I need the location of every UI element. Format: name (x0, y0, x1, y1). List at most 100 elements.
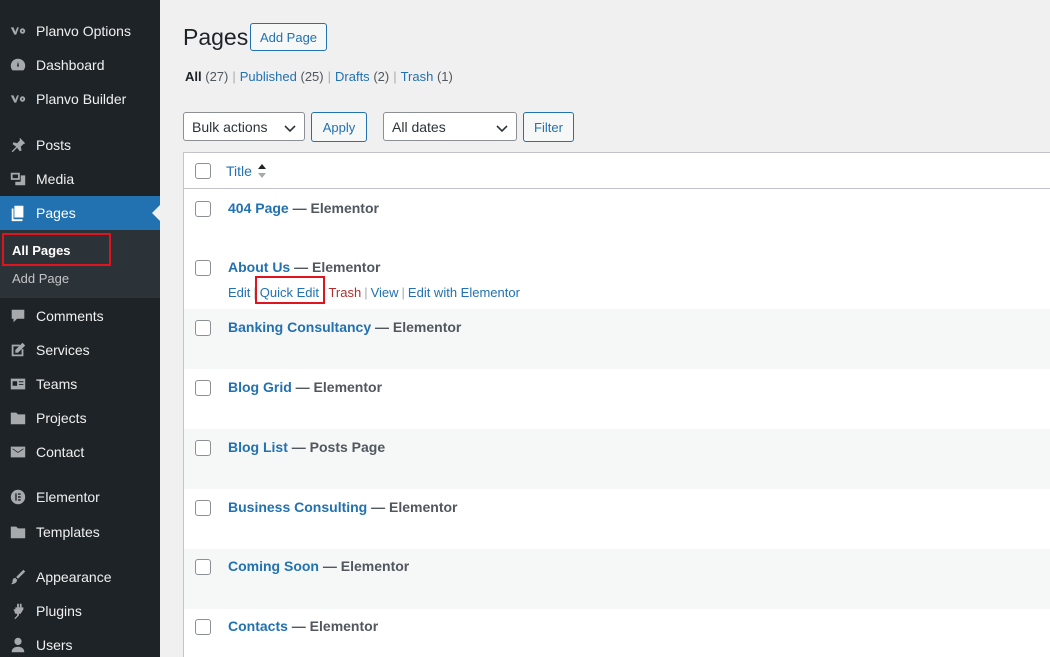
row-action-edit[interactable]: Edit (228, 285, 250, 300)
menu-pages[interactable]: Pages (0, 196, 160, 230)
sort-icon (257, 162, 267, 183)
planvo-icon (0, 22, 36, 40)
row-state: — Elementor (291, 618, 379, 634)
main-content: Pages Add Page All (27) | Published (25) | D… (160, 0, 1050, 657)
dashboard-icon (0, 56, 36, 74)
pages-icon (0, 204, 36, 222)
row-title-link[interactable]: Contacts (228, 618, 288, 634)
menu-planvo-builder[interactable]: Planvo Builder (0, 82, 160, 116)
row-action-view[interactable]: View (371, 285, 399, 300)
add-page-button[interactable]: Add Page (250, 23, 327, 51)
menu-label: Posts (36, 137, 72, 153)
menu-label: Comments (36, 308, 104, 324)
table-row: Banking Consultancy — Elementor (184, 309, 1050, 369)
row-checkbox[interactable] (195, 260, 211, 276)
filter-published[interactable]: Published (240, 69, 297, 84)
row-state: — Posts Page (291, 439, 386, 455)
row-state: — Elementor (292, 200, 379, 216)
planvo-icon (0, 90, 36, 108)
filter-trash[interactable]: Trash (401, 69, 434, 84)
row-checkbox[interactable] (195, 320, 211, 336)
comment-icon (0, 307, 36, 325)
row-title-link[interactable]: Business Consulting (228, 499, 367, 515)
menu-label: Appearance (36, 569, 112, 585)
menu-label: Templates (36, 524, 100, 540)
menu-label: Services (36, 342, 90, 358)
mail-icon (0, 443, 36, 461)
table-row: Blog List — Posts Page (184, 429, 1050, 489)
menu-appearance[interactable]: Appearance (0, 560, 160, 594)
table-row: Coming Soon — Elementor (184, 549, 1050, 609)
pages-table: Title 404 Page — Elementor About Us — El… (183, 152, 1050, 657)
menu-contact[interactable]: Contact (0, 435, 160, 469)
row-state: — Elementor (294, 259, 381, 275)
menu-label: Users (36, 637, 73, 653)
id-card-icon (0, 375, 36, 393)
submenu-add-page[interactable]: Add Page (12, 271, 69, 286)
chevron-down-icon (284, 121, 296, 133)
row-action-quick-edit[interactable]: Quick Edit (260, 285, 319, 300)
menu-plugins[interactable]: Plugins (0, 594, 160, 628)
menu-label: Plugins (36, 603, 82, 619)
pages-submenu: All Pages Add Page (0, 230, 160, 298)
row-action-trash[interactable]: Trash (328, 285, 361, 300)
submenu-all-pages[interactable]: All Pages (12, 243, 71, 258)
filter-published-count: (25) (300, 69, 324, 84)
row-state: — Elementor (375, 319, 462, 335)
row-checkbox[interactable] (195, 500, 211, 516)
filter-drafts-count: (2) (373, 69, 390, 84)
date-filter-select[interactable]: All dates (383, 112, 517, 141)
row-actions: Edit | Quick Edit | Trash | View | Edit with Ele… (228, 285, 520, 300)
menu-dashboard[interactable]: Dashboard (0, 48, 160, 82)
row-checkbox[interactable] (195, 380, 211, 396)
filter-all-count: (27) (205, 69, 229, 84)
table-row: Business Consulting — Elementor (184, 489, 1050, 549)
menu-elementor[interactable]: Elementor (0, 480, 160, 514)
table-row: About Us — Elementor Edit | Quick Edit | Tra… (184, 249, 1050, 309)
row-title-link[interactable]: Blog Grid (228, 379, 292, 395)
column-title[interactable]: Title (226, 163, 252, 179)
menu-label: Contact (36, 444, 85, 460)
filter-button[interactable]: Filter (523, 112, 574, 142)
table-row: Contacts — Elementor (184, 609, 1050, 657)
select-all-checkbox[interactable] (195, 163, 211, 179)
edit-icon (0, 341, 36, 359)
folder-icon (0, 523, 36, 541)
table-row: Blog Grid — Elementor (184, 369, 1050, 429)
row-title-link[interactable]: Blog List (228, 439, 288, 455)
filter-trash-count: (1) (436, 69, 453, 84)
menu-media[interactable]: Media (0, 162, 160, 196)
bulk-actions-value: Bulk actions (192, 118, 268, 135)
row-title-link[interactable]: About Us (228, 259, 290, 275)
row-checkbox[interactable] (195, 619, 211, 635)
menu-label: Media (36, 171, 75, 187)
apply-button[interactable]: Apply (311, 112, 367, 142)
menu-label: Pages (36, 205, 76, 221)
row-checkbox[interactable] (195, 201, 211, 217)
row-title-link[interactable]: 404 Page (228, 200, 289, 216)
bulk-actions-select[interactable]: Bulk actions (183, 112, 305, 141)
row-checkbox[interactable] (195, 559, 211, 575)
menu-label: Dashboard (36, 57, 105, 73)
menu-planvo-options[interactable]: Planvo Options (0, 14, 160, 48)
menu-teams[interactable]: Teams (0, 367, 160, 401)
row-checkbox[interactable] (195, 440, 211, 456)
menu-templates[interactable]: Templates (0, 515, 160, 549)
menu-posts[interactable]: Posts (0, 128, 160, 162)
filter-all[interactable]: All (185, 69, 202, 84)
folder-icon (0, 409, 36, 427)
pin-icon (0, 136, 36, 154)
filter-drafts[interactable]: Drafts (335, 69, 370, 84)
row-action-edit-with-elementor[interactable]: Edit with Elementor (408, 285, 520, 300)
row-title-link[interactable]: Coming Soon (228, 558, 319, 574)
row-state: — Elementor (371, 499, 458, 515)
date-filter-value: All dates (392, 118, 446, 135)
table-header: Title (184, 153, 1050, 189)
row-state: — Elementor (322, 558, 410, 574)
menu-users[interactable]: Users (0, 628, 160, 657)
menu-comments[interactable]: Comments (0, 299, 160, 333)
plugin-icon (0, 602, 36, 620)
menu-projects[interactable]: Projects (0, 401, 160, 435)
menu-services[interactable]: Services (0, 333, 160, 367)
row-title-link[interactable]: Banking Consultancy (228, 319, 371, 335)
